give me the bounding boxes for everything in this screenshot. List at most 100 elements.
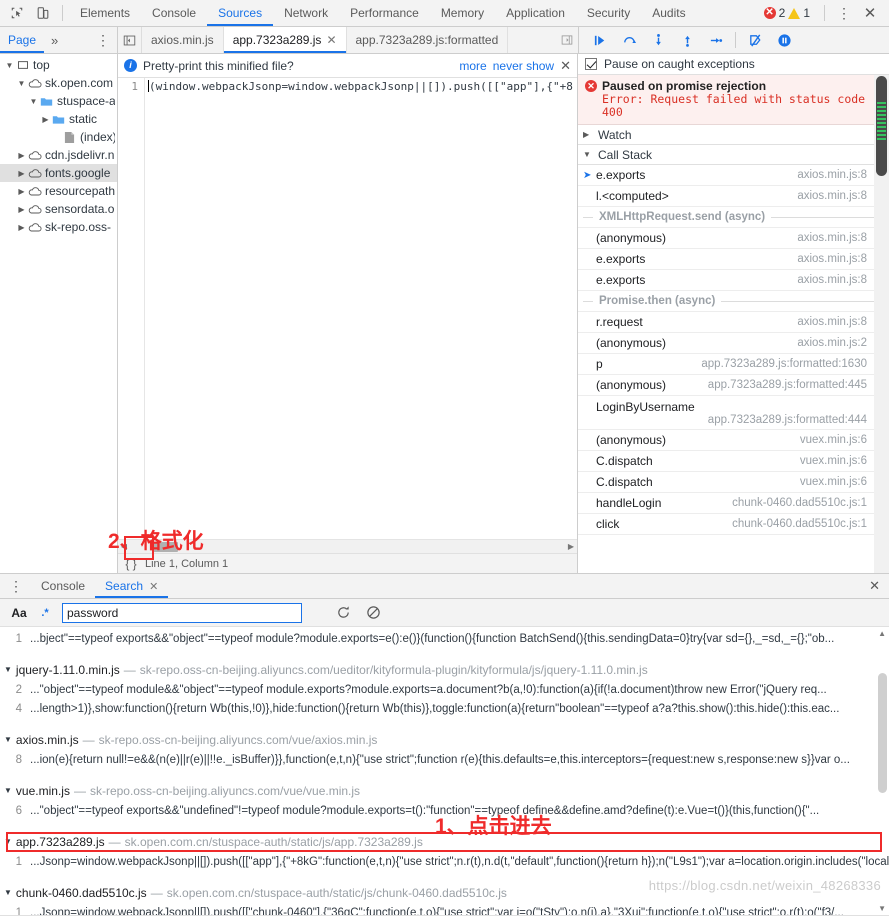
scroll-down-arrow-icon[interactable]: ▼ — [878, 904, 886, 913]
search-result-file[interactable]: ▼ axios.min.js — sk-repo.oss-cn-beijing.… — [0, 729, 889, 750]
error-count-badge[interactable]: ✕ 2 — [763, 6, 785, 20]
step-into-icon[interactable] — [645, 28, 671, 52]
deactivate-breakpoints-icon[interactable] — [742, 28, 768, 52]
show-navigator-icon[interactable] — [118, 27, 142, 53]
hscroll-track[interactable] — [130, 540, 577, 554]
call-stack-section-header[interactable]: ▼ Call Stack — [578, 145, 889, 165]
close-icon[interactable]: ✕ — [149, 580, 158, 593]
results-scrollbar-track[interactable]: ▲ ▼ — [876, 627, 889, 915]
pause-on-exceptions-icon[interactable] — [771, 28, 797, 52]
call-stack-row[interactable]: r.request axios.min.js:8 — [578, 312, 889, 333]
search-input[interactable] — [62, 602, 302, 623]
search-result-line[interactable]: 4 ...length>1)},show:function(){return W… — [0, 699, 889, 718]
chevron-right-icon[interactable]: ▶ — [583, 130, 593, 139]
call-stack-row[interactable]: (anonymous) vuex.min.js:6 — [578, 430, 889, 451]
tree-item-resourcepath[interactable]: ▶ resourcepath — [0, 182, 117, 200]
call-stack-row[interactable]: (anonymous) axios.min.js:2 — [578, 333, 889, 354]
navigator-more-tabs-icon[interactable]: » — [44, 27, 65, 53]
pause-on-caught-checkbox[interactable] — [585, 58, 597, 70]
tree-item-sensordata[interactable]: ▶ sensordata.o — [0, 200, 117, 218]
watch-section-header[interactable]: ▶ Watch — [578, 125, 889, 145]
regex-toggle[interactable]: .* — [32, 603, 58, 623]
navigator-tab-page[interactable]: Page — [0, 27, 44, 53]
close-icon[interactable]: ✕ — [857, 1, 883, 25]
call-stack-row[interactable]: LoginByUsername app.7323a289.js:formatte… — [578, 396, 889, 430]
warning-count-badge[interactable]: 1 — [788, 6, 810, 20]
device-toolbar-icon[interactable] — [30, 1, 56, 25]
call-stack-row[interactable]: e.exports axios.min.js:8 — [578, 249, 889, 270]
search-result-line[interactable]: 8 ...ion(e){return null!=e&&(n(e)||r(e)|… — [0, 750, 889, 769]
match-case-toggle[interactable]: Aa — [6, 603, 32, 623]
search-result-line[interactable]: 1 ...Jsonp=window.webpackJsonp||[]).push… — [0, 903, 889, 916]
call-stack-row[interactable]: (anonymous) axios.min.js:8 — [578, 228, 889, 249]
results-scrollbar-thumb[interactable] — [878, 673, 887, 793]
hscroll-thumb[interactable] — [152, 541, 178, 552]
chevron-right-icon[interactable]: ▶ — [16, 223, 27, 232]
pause-on-caught-exceptions-row[interactable]: Pause on caught exceptions — [578, 54, 889, 75]
step-out-icon[interactable] — [674, 28, 700, 52]
tree-item-sk-repo-oss[interactable]: ▶ sk-repo.oss- — [0, 218, 117, 236]
tab-application[interactable]: Application — [495, 0, 576, 26]
drawer-tab-search[interactable]: Search ✕ — [95, 574, 168, 598]
inspect-cursor-icon[interactable] — [4, 1, 30, 25]
tree-item-stuspace-auth[interactable]: ▼ stuspace-a — [0, 92, 117, 110]
chevron-right-icon[interactable]: ▶ — [16, 205, 27, 214]
search-result-line[interactable]: 6 ..."object"==typeof exports&&"undefine… — [0, 801, 889, 820]
tree-item-fonts-google[interactable]: ▶ fonts.google — [0, 164, 117, 182]
scroll-right-arrow-icon[interactable]: ▶ — [568, 542, 574, 551]
search-result-line[interactable]: 1 ...bject"==typeof exports&&"object"==t… — [0, 629, 889, 648]
resume-script-execution-icon[interactable] — [587, 28, 613, 52]
tabs-overflow-icon[interactable] — [556, 27, 578, 53]
code-content[interactable]: (window.webpackJsonp=window.webpackJsonp… — [145, 78, 577, 539]
call-stack-row[interactable]: (anonymous) app.7323a289.js:formatted:44… — [578, 375, 889, 396]
chevron-down-icon[interactable]: ▼ — [4, 735, 12, 744]
close-drawer-icon[interactable]: ✕ — [860, 578, 889, 594]
editor-horizontal-scrollbar[interactable]: ◀ ▶ — [118, 539, 577, 553]
tree-item-index[interactable]: (index) — [0, 128, 117, 146]
tab-security[interactable]: Security — [576, 0, 641, 26]
more-vertical-icon[interactable]: ⋮ — [0, 579, 31, 593]
chevron-down-icon[interactable]: ▼ — [4, 837, 12, 846]
search-result-file[interactable]: ▼ chunk-0460.dad5510c.js — sk.open.com.c… — [0, 882, 889, 903]
pretty-print-braces-icon[interactable]: { } — [121, 556, 141, 572]
call-stack-row[interactable]: p app.7323a289.js:formatted:1630 — [578, 354, 889, 375]
more-link[interactable]: more — [459, 59, 486, 73]
chevron-right-icon[interactable]: ▶ — [16, 169, 27, 178]
clear-icon[interactable] — [358, 603, 388, 623]
editor-tab-app[interactable]: app.7323a289.js ✕ — [223, 27, 347, 53]
chevron-down-icon[interactable]: ▼ — [28, 97, 39, 106]
drawer-tab-console[interactable]: Console — [31, 574, 95, 598]
editor-tab-axios[interactable]: axios.min.js — [142, 27, 224, 53]
call-stack-list[interactable]: ➤ e.exports axios.min.js:8 l.<computed> … — [578, 165, 889, 573]
tab-console[interactable]: Console — [141, 0, 207, 26]
tab-network[interactable]: Network — [273, 0, 339, 26]
tree-item-static[interactable]: ▶ static — [0, 110, 117, 128]
tree-item-cdn-jsdelivr[interactable]: ▶ cdn.jsdelivr.n — [0, 146, 117, 164]
chevron-right-icon[interactable]: ▶ — [40, 115, 51, 124]
chevron-down-icon[interactable]: ▼ — [4, 665, 12, 674]
tab-sources[interactable]: Sources — [207, 0, 273, 26]
search-result-line-highlighted[interactable]: 1 ...Jsonp=window.webpackJsonp||[]).push… — [0, 852, 889, 871]
search-result-line[interactable]: 2 ..."object"==typeof module&&"object"==… — [0, 680, 889, 699]
step-over-icon[interactable] — [616, 28, 642, 52]
chevron-down-icon[interactable]: ▼ — [4, 61, 15, 70]
call-stack-row[interactable]: C.dispatch vuex.min.js:6 — [578, 472, 889, 493]
step-icon[interactable] — [703, 28, 729, 52]
code-viewport[interactable]: 1 (window.webpackJsonp=window.webpackJso… — [118, 78, 577, 539]
close-icon[interactable]: ✕ — [326, 33, 336, 47]
chevron-down-icon[interactable]: ▼ — [4, 786, 12, 795]
call-stack-row[interactable]: ➤ e.exports axios.min.js:8 — [578, 165, 889, 186]
more-vertical-icon[interactable]: ⋮ — [831, 1, 857, 25]
call-stack-row[interactable]: handleLogin chunk-0460.dad5510c.js:1 — [578, 493, 889, 514]
file-navigator-tree[interactable]: ▼ top ▼ sk.open.com ▼ stuspace-a ▶ stati… — [0, 54, 118, 573]
tab-elements[interactable]: Elements — [69, 0, 141, 26]
chevron-down-icon[interactable]: ▼ — [583, 150, 593, 159]
search-result-file[interactable]: ▼ jquery-1.11.0.min.js — sk-repo.oss-cn-… — [0, 659, 889, 680]
editor-tab-app-formatted[interactable]: app.7323a289.js:formatted — [347, 27, 509, 53]
scroll-up-arrow-icon[interactable]: ▲ — [878, 629, 886, 638]
refresh-icon[interactable] — [328, 603, 358, 623]
never-show-link[interactable]: never show — [493, 59, 554, 73]
scroll-left-arrow-icon[interactable]: ◀ — [118, 542, 130, 551]
call-stack-row[interactable]: l.<computed> axios.min.js:8 — [578, 186, 889, 207]
chevron-down-icon[interactable]: ▼ — [16, 79, 27, 88]
